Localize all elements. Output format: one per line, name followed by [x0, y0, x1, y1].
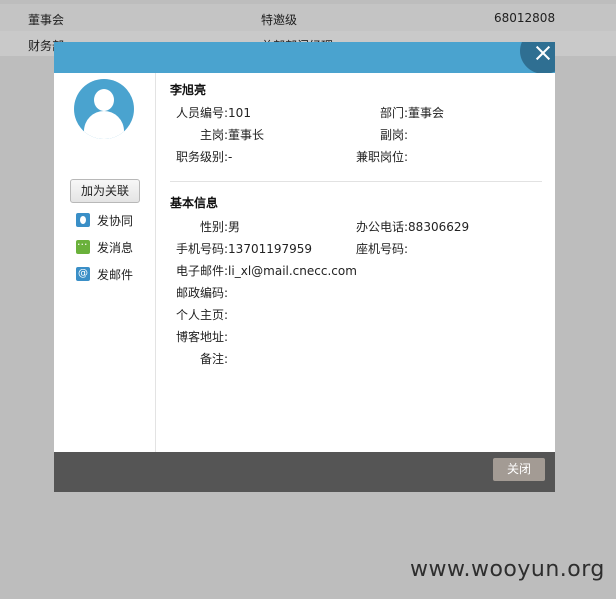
blog-field: 博客地址: [176, 330, 229, 344]
dialog-header [54, 42, 555, 73]
person-name: 李旭亮 [170, 83, 207, 97]
mobile-field: 手机号码:13701197959 [176, 242, 313, 256]
table-row[interactable]: 董事会 特邀级 68012808 [0, 4, 616, 31]
send-collaboration-link[interactable]: 发协同 [76, 211, 133, 229]
collaboration-icon [76, 213, 90, 227]
postcode-field: 邮政编码: [176, 286, 229, 300]
homepage-field: 个人主页: [176, 308, 229, 322]
basic-info-title: 基本信息 [170, 196, 219, 210]
avatar [74, 79, 134, 139]
close-button[interactable]: 关闭 [493, 458, 545, 481]
cell-phone: 68012808 [494, 11, 556, 25]
send-message-link[interactable]: 发消息 [76, 238, 133, 256]
main-post-field: 主岗:董事长 [200, 128, 265, 142]
deputy-post-field: 副岗: [380, 128, 409, 142]
dialog-footer: 关闭 [54, 452, 555, 492]
email-field: 电子邮件:li_xl@mail.cnecc.com [176, 264, 357, 278]
person-card-dialog: 加为关联 发协同 发消息 @ 发邮件 李旭亮 人员编号:101 部门:董事会 主… [54, 42, 555, 492]
action-label: 发协同 [97, 213, 134, 228]
remark-field: 备注: [200, 352, 229, 366]
office-phone-field: 办公电话:88306629 [356, 220, 470, 234]
message-icon [76, 238, 90, 254]
close-icon[interactable] [520, 42, 555, 73]
action-label: 发邮件 [97, 267, 134, 282]
send-email-link[interactable]: @ 发邮件 [76, 265, 133, 283]
add-relation-button[interactable]: 加为关联 [70, 179, 140, 203]
concurrent-post-field: 兼职岗位: [356, 150, 409, 164]
profile-sidebar: 加为关联 发协同 发消息 @ 发邮件 [54, 73, 156, 452]
cell-level: 特邀级 [261, 13, 298, 27]
divider [170, 181, 542, 182]
watermark: www.wooyun.org [410, 557, 605, 582]
cell-dept: 董事会 [28, 13, 65, 27]
employee-no-field: 人员编号:101 [176, 106, 251, 120]
profile-details: 李旭亮 人员编号:101 部门:董事会 主岗:董事长 副岗: 职务级别:- 兼职… [156, 73, 555, 452]
landline-field: 座机号码: [356, 242, 409, 256]
gender-field: 性别:男 [200, 220, 241, 234]
email-icon: @ [76, 267, 90, 281]
action-label: 发消息 [97, 240, 134, 255]
dept-field: 部门:董事会 [380, 106, 445, 120]
level-field: 职务级别:- [176, 150, 233, 164]
